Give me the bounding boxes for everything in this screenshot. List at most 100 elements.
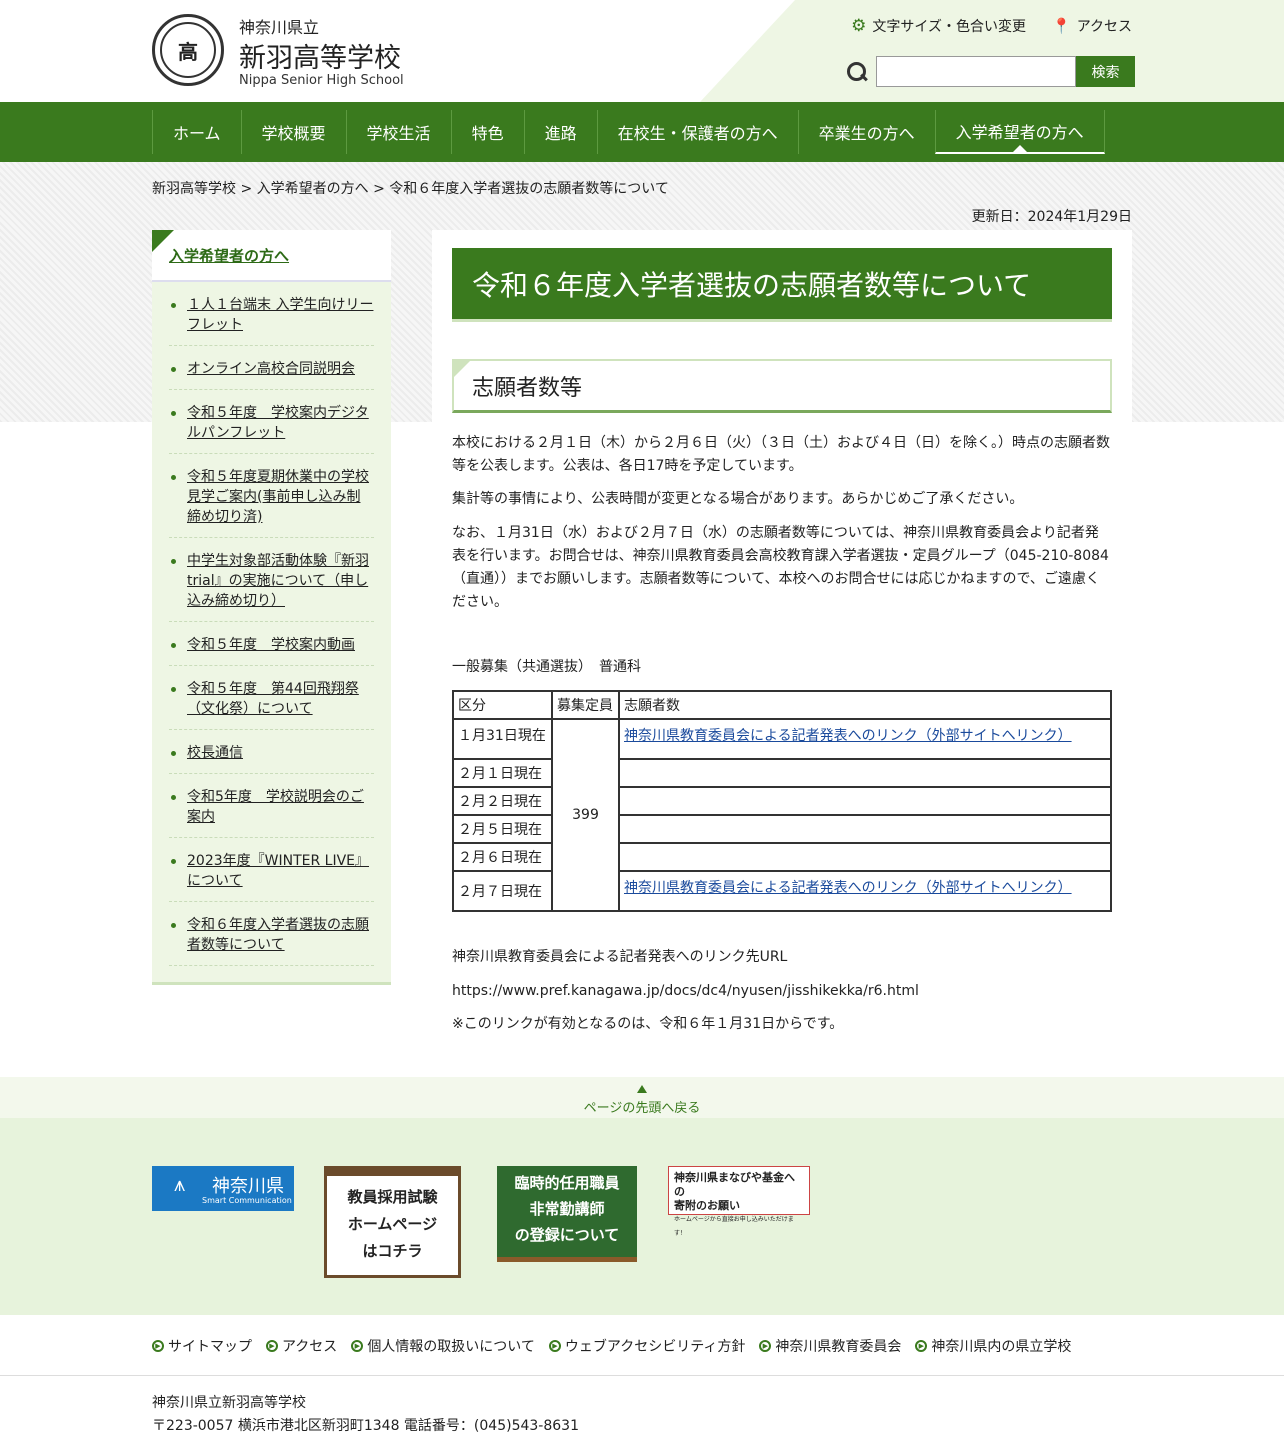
gear-icon: ⚙ xyxy=(851,16,867,36)
footer-link-schools[interactable]: ▶ 神奈川県内の県立学校 xyxy=(915,1336,1071,1356)
side-item-link[interactable]: 中学生対象部活動体験『新羽trial』の実施について（申し込み締め切り） xyxy=(187,553,369,609)
side-item[interactable]: 令和５年度 学校案内動画 xyxy=(169,622,374,666)
side-item[interactable]: 令和５年度 第44回飛翔祭（文化祭）について xyxy=(169,666,374,730)
banner-line: ホームページ xyxy=(347,1215,438,1233)
footer-link-access[interactable]: ▶ アクセス xyxy=(266,1336,337,1356)
table-caption: 一般募集（共通選抜） 普通科 xyxy=(452,659,641,675)
search-input[interactable] xyxy=(876,56,1076,87)
side-item-link[interactable]: 令和５年度 学校案内動画 xyxy=(187,637,355,653)
press-release-link[interactable]: 神奈川県教育委員会による記者発表へのリンク（外部サイトへリンク） xyxy=(624,728,1072,744)
school-emblem: 高 xyxy=(160,22,216,78)
back-to-top-label: ページの先頭へ戻る xyxy=(583,1101,701,1116)
side-item[interactable]: １人１台端末 入学生向けリーフレット xyxy=(169,282,374,346)
footer-link-label: 神奈川県教育委員会 xyxy=(775,1339,902,1355)
arrow-right-icon: ▶ xyxy=(351,1340,364,1352)
side-item-link[interactable]: 校長通信 xyxy=(187,745,243,761)
teacher-exam-banner[interactable]: 教員採用試験 ホームページ はコチラ xyxy=(324,1166,461,1278)
side-item[interactable]: 令和５年度夏期休業中の学校見学ご案内(事前申し込み制 締め切り済) xyxy=(169,454,374,538)
table-header-row: 区分 募集定員 志願者数 xyxy=(452,690,1112,720)
breadcrumb[interactable]: 新羽高等学校 > 入学希望者の方へ > 令和６年度入学者選抜の志願者数等について xyxy=(152,178,669,198)
kanagawa-mark-icon: ⩚ xyxy=(174,1172,186,1196)
empty-cell xyxy=(618,786,1112,816)
table-row: ２月７日現在 神奈川県教育委員会による記者発表へのリンク（外部サイトへリンク） xyxy=(452,870,1112,912)
search-button[interactable]: 検索 xyxy=(1076,56,1135,87)
nav-home[interactable]: ホーム xyxy=(152,110,241,154)
contact-paragraph: なお、１月31日（水）および２月７日（水）の志願者数等については、神奈川県教育委… xyxy=(452,525,1109,610)
footer-link-sitemap[interactable]: ▶ サイトマップ xyxy=(152,1336,252,1356)
banner-line: 寄附のお願い xyxy=(674,1199,740,1212)
side-item-link[interactable]: 2023年度『WINTER LIVE』について xyxy=(187,853,369,889)
applicants-table: 区分 募集定員 志願者数 １月31日現在 399 神奈川県教育委員会による記者発… xyxy=(452,690,1112,912)
banner-line: ホームページから直接お申し込みいただけます！ xyxy=(674,1216,794,1237)
header-capacity: 募集定員 xyxy=(551,690,620,720)
table-row: ２月６日現在 xyxy=(452,842,1112,872)
donation-banner[interactable]: 神奈川県まなびや基金への 寄附のお願い ホームページから直接お申し込みいただけま… xyxy=(668,1166,810,1237)
banner-line: 非常勤講師 xyxy=(529,1200,605,1218)
text-size-link[interactable]: ⚙ 文字サイズ・色合い変更 xyxy=(851,16,1026,36)
row-label: ２月７日現在 xyxy=(452,870,553,912)
header-utilities: ⚙ 文字サイズ・色合い変更 📍 アクセス xyxy=(851,16,1132,36)
nav-prospective[interactable]: 入学希望者の方へ xyxy=(934,110,1105,154)
banner-line: 神奈川県まなびや基金への xyxy=(674,1171,795,1198)
side-item-link[interactable]: 令和５年度夏期休業中の学校見学ご案内(事前申し込み制 締め切り済) xyxy=(187,469,369,525)
school-logo[interactable]: 高 xyxy=(152,14,224,86)
footer-link-label: ウェブアクセシビリティ方針 xyxy=(564,1339,746,1355)
row-label: ２月１日現在 xyxy=(452,758,553,788)
kanagawa-banner[interactable]: ⩚ 神奈川県 Smart Communication xyxy=(152,1166,294,1211)
banner-line: の登録について xyxy=(514,1226,620,1244)
arrow-right-icon: ▶ xyxy=(759,1340,772,1352)
side-item[interactable]: 中学生対象部活動体験『新羽trial』の実施について（申し込み締め切り） xyxy=(169,538,374,622)
side-item-link[interactable]: １人１台端末 入学生向けリーフレット xyxy=(187,297,373,333)
footer-link-accessibility[interactable]: ▶ ウェブアクセシビリティ方針 xyxy=(548,1336,746,1356)
link-cell: 神奈川県教育委員会による記者発表へのリンク（外部サイトへリンク） xyxy=(618,870,1112,912)
banner-line: はコチラ xyxy=(362,1242,423,1260)
access-link[interactable]: 📍 アクセス xyxy=(1052,16,1132,36)
empty-cell xyxy=(618,842,1112,872)
side-item-link[interactable]: 令和5年度 学校説明会のご案内 xyxy=(187,789,364,825)
nav-career[interactable]: 進路 xyxy=(523,110,597,154)
link-cell: 神奈川県教育委員会による記者発表へのリンク（外部サイトへリンク） xyxy=(618,718,1112,760)
footer-divider xyxy=(0,1375,1284,1376)
nav-features[interactable]: 特色 xyxy=(450,110,524,154)
footer-link-label: サイトマップ xyxy=(168,1339,252,1355)
school-name[interactable]: 新羽高等学校 xyxy=(239,36,401,75)
footer-link-privacy[interactable]: ▶ 個人情報の取扱いについて xyxy=(351,1336,535,1356)
footer-link-board[interactable]: ▶ 神奈川県教育委員会 xyxy=(759,1336,901,1356)
side-item-link[interactable]: 令和５年度 第44回飛翔祭（文化祭）について xyxy=(187,681,359,717)
nav-about[interactable]: 学校概要 xyxy=(240,110,346,154)
side-item-link[interactable]: 令和６年度入学者選抜の志願者数等について xyxy=(187,917,369,953)
side-item[interactable]: 令和5年度 学校説明会のご案内 xyxy=(169,774,374,838)
footer-link-label: 個人情報の取扱いについて xyxy=(367,1339,535,1355)
table-row: ２月１日現在 xyxy=(452,758,1112,788)
side-item[interactable]: 令和５年度 学校案内デジタルパンフレット xyxy=(169,390,374,454)
press-release-link[interactable]: 神奈川県教育委員会による記者発表へのリンク（外部サイトへリンク） xyxy=(624,880,1072,896)
nav-graduates[interactable]: 卒業生の方へ xyxy=(797,110,935,154)
search-icon xyxy=(846,61,868,83)
url-label: 神奈川県教育委員会による記者発表へのリンク先URL xyxy=(452,949,788,965)
url-text: https://www.pref.kanagawa.jp/docs/dc4/ny… xyxy=(452,983,919,999)
side-item-link[interactable]: 令和５年度 学校案内デジタルパンフレット xyxy=(187,405,369,441)
side-item[interactable]: オンライン高校合同説明会 xyxy=(169,346,374,390)
row-label: ２月２日現在 xyxy=(452,786,553,816)
side-item[interactable]: 2023年度『WINTER LIVE』について xyxy=(169,838,374,902)
nav-school-life[interactable]: 学校生活 xyxy=(345,110,451,154)
access-label: アクセス xyxy=(1076,19,1132,35)
intro-paragraph: 本校における２月１日（木）から２月６日（火）（３日（土）および４日（日）を除く。… xyxy=(452,435,1110,474)
side-item-link[interactable]: オンライン高校合同説明会 xyxy=(187,361,355,377)
side-item[interactable]: 校長通信 xyxy=(169,730,374,774)
footer-link-label: アクセス xyxy=(282,1339,338,1355)
back-to-top[interactable]: ページの先頭へ戻る xyxy=(0,1077,1284,1118)
header-category: 区分 xyxy=(452,690,553,720)
side-menu-title[interactable]: 入学希望者の方へ xyxy=(152,230,391,282)
arrow-right-icon: ▶ xyxy=(266,1340,278,1352)
nav-students-parents[interactable]: 在校生・保護者の方へ xyxy=(596,110,798,154)
row-label: ２月５日現在 xyxy=(452,814,553,844)
footer-contact: 〒223-0057 横浜市港北区新羽町1348 電話番号：(045)543-86… xyxy=(152,1418,579,1434)
table-row: ２月２日現在 xyxy=(452,786,1112,816)
side-item[interactable]: 令和６年度入学者選抜の志願者数等について xyxy=(169,902,374,966)
triangle-up-icon xyxy=(637,1085,647,1093)
table-row: １月31日現在 399 神奈川県教育委員会による記者発表へのリンク（外部サイトへ… xyxy=(452,718,1112,912)
temporary-staff-banner[interactable]: 臨時的任用職員 非常勤講師 の登録について xyxy=(497,1166,637,1262)
kanagawa-banner-title: 神奈川県 xyxy=(212,1176,284,1197)
school-name-en: Nippa Senior High School xyxy=(239,73,404,88)
